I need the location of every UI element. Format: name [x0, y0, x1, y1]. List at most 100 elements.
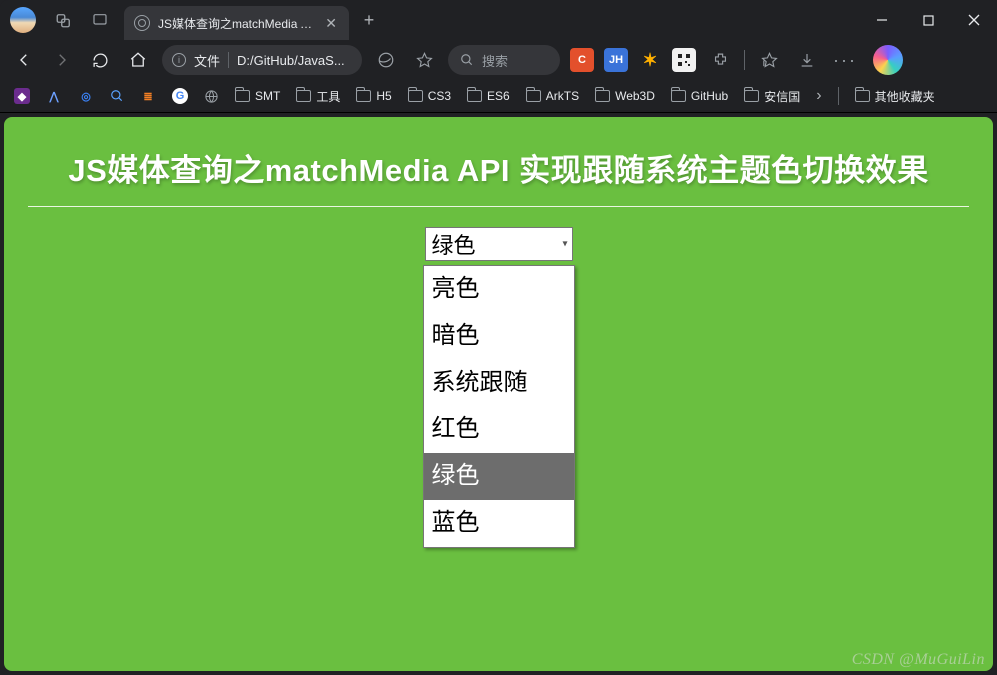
- other-bookmarks-folder[interactable]: 其他收藏夹: [849, 84, 941, 109]
- bookmark-folder-github[interactable]: GitHub: [665, 85, 734, 107]
- option-label: 暗色: [432, 322, 480, 349]
- divider: [228, 52, 229, 68]
- workspaces-icon[interactable]: [46, 2, 82, 38]
- theme-dropdown: 亮色 暗色 系统跟随 红色 绿色 蓝色: [423, 265, 575, 548]
- folder-icon: [467, 90, 482, 102]
- favorites-button[interactable]: [751, 44, 787, 76]
- select-value: 绿色: [432, 228, 476, 260]
- chevron-down-icon: ▾: [562, 239, 567, 250]
- option-label: 绿色: [432, 462, 480, 489]
- profile-avatar[interactable]: [10, 7, 36, 33]
- forward-button: [44, 44, 80, 76]
- maximize-button[interactable]: [905, 0, 951, 40]
- browser-tab[interactable]: JS媒体查询之matchMedia API 实现 ✕: [124, 6, 349, 40]
- extension-star-icon[interactable]: ✶: [638, 48, 662, 72]
- new-tab-button[interactable]: +: [355, 10, 383, 31]
- watermark: CSDN @MuGuiLin: [852, 651, 985, 669]
- bookmark-icon-2[interactable]: ⋀: [40, 84, 68, 108]
- more-button[interactable]: ···: [827, 44, 863, 76]
- bookmark-label: ES6: [487, 89, 510, 103]
- divider: [28, 206, 969, 207]
- bookmark-label: SMT: [255, 89, 280, 103]
- tab-title: JS媒体查询之matchMedia API 实现: [158, 15, 315, 32]
- close-tab-button[interactable]: ✕: [323, 15, 339, 32]
- option-dark[interactable]: 暗色: [424, 313, 574, 360]
- bookmark-folder-cs3[interactable]: CS3: [402, 85, 457, 107]
- option-label: 系统跟随: [432, 369, 528, 396]
- bookmark-icon-4[interactable]: [104, 85, 130, 107]
- option-label: 蓝色: [432, 509, 480, 536]
- bookmark-folder-h5[interactable]: H5: [350, 85, 397, 107]
- bookmark-icon-7[interactable]: [198, 85, 225, 108]
- edge-icon[interactable]: [368, 44, 404, 76]
- extension-qr-icon[interactable]: [672, 48, 696, 72]
- bookmark-folder-anxinguo[interactable]: 安信国: [738, 84, 806, 109]
- site-info-icon[interactable]: i: [172, 53, 186, 67]
- theme-select[interactable]: 绿色 ▾: [425, 227, 573, 261]
- titlebar: JS媒体查询之matchMedia API 实现 ✕ +: [0, 0, 997, 40]
- folder-icon: [526, 90, 541, 102]
- search-bar[interactable]: 搜索: [448, 45, 560, 75]
- bookmark-label: ArkTS: [546, 89, 579, 103]
- home-button[interactable]: [120, 44, 156, 76]
- option-system[interactable]: 系统跟随: [424, 360, 574, 407]
- folder-icon: [855, 90, 870, 102]
- option-red[interactable]: 红色: [424, 406, 574, 453]
- bookmark-folder-tools[interactable]: 工具: [290, 84, 346, 109]
- address-bar[interactable]: i 文件 D:/GitHub/JavaS...: [162, 45, 362, 75]
- bookmark-folder-es6[interactable]: ES6: [461, 85, 516, 107]
- folder-icon: [595, 90, 610, 102]
- option-label: 红色: [432, 415, 480, 442]
- divider: [744, 50, 745, 70]
- option-blue[interactable]: 蓝色: [424, 500, 574, 547]
- folder-icon: [671, 90, 686, 102]
- extension-jh[interactable]: JH: [604, 48, 628, 72]
- folder-icon: [235, 90, 250, 102]
- theme-select-area: 绿色 ▾ 亮色 暗色 系统跟随 红色 绿色 蓝色: [4, 227, 993, 548]
- folder-icon: [408, 90, 423, 102]
- close-window-button[interactable]: [951, 0, 997, 40]
- favorite-button[interactable]: [406, 44, 442, 76]
- bookmark-icon-1[interactable]: ◆: [8, 84, 36, 108]
- search-icon: [460, 53, 474, 67]
- url-text: D:/GitHub/JavaS...: [237, 53, 345, 68]
- extensions-button[interactable]: [702, 44, 738, 76]
- folder-icon: [296, 90, 311, 102]
- minimize-button[interactable]: [859, 0, 905, 40]
- bookmark-label: CS3: [428, 89, 451, 103]
- bookmark-label: 其他收藏夹: [875, 88, 935, 105]
- bookmark-label: GitHub: [691, 89, 728, 103]
- folder-icon: [744, 90, 759, 102]
- copilot-button[interactable]: [873, 45, 903, 75]
- bookmark-folder-arkts[interactable]: ArkTS: [520, 85, 585, 107]
- bookmark-label: 工具: [316, 88, 340, 105]
- browser-window: JS媒体查询之matchMedia API 实现 ✕ + i 文件 D:/Git…: [0, 0, 997, 675]
- bookmarks-bar: ◆ ⋀ ◎ ≣ G SMT 工具 H5 CS3 ES6 ArkTS Web3D …: [0, 80, 997, 113]
- toolbar: i 文件 D:/GitHub/JavaS... 搜索 C JH ✶ ···: [0, 40, 997, 80]
- folder-icon: [356, 90, 371, 102]
- option-label: 亮色: [432, 275, 480, 302]
- back-button[interactable]: [6, 44, 42, 76]
- refresh-button[interactable]: [82, 44, 118, 76]
- downloads-button[interactable]: [789, 44, 825, 76]
- bookmark-icon-3[interactable]: ◎: [72, 84, 100, 108]
- bookmark-label: 安信国: [764, 88, 800, 105]
- bookmark-overflow-chevron[interactable]: ›: [810, 87, 827, 105]
- option-green[interactable]: 绿色: [424, 453, 574, 500]
- bookmark-folder-smt[interactable]: SMT: [229, 85, 286, 107]
- option-light[interactable]: 亮色: [424, 266, 574, 313]
- tab-actions-icon[interactable]: [82, 2, 118, 38]
- bookmark-label: Web3D: [615, 89, 655, 103]
- page-title: JS媒体查询之matchMedia API 实现跟随系统主题色切换效果: [4, 117, 993, 206]
- divider: [838, 87, 839, 105]
- bookmark-icon-5[interactable]: ≣: [134, 84, 162, 108]
- globe-icon: [134, 15, 150, 31]
- bookmark-icon-6[interactable]: G: [166, 84, 194, 108]
- bookmark-label: H5: [376, 89, 391, 103]
- search-placeholder: 搜索: [482, 51, 508, 70]
- url-scheme-label: 文件: [194, 51, 220, 70]
- bookmark-folder-web3d[interactable]: Web3D: [589, 85, 661, 107]
- window-controls: [859, 0, 997, 40]
- page-content: JS媒体查询之matchMedia API 实现跟随系统主题色切换效果 绿色 ▾…: [4, 117, 993, 671]
- extension-c[interactable]: C: [570, 48, 594, 72]
